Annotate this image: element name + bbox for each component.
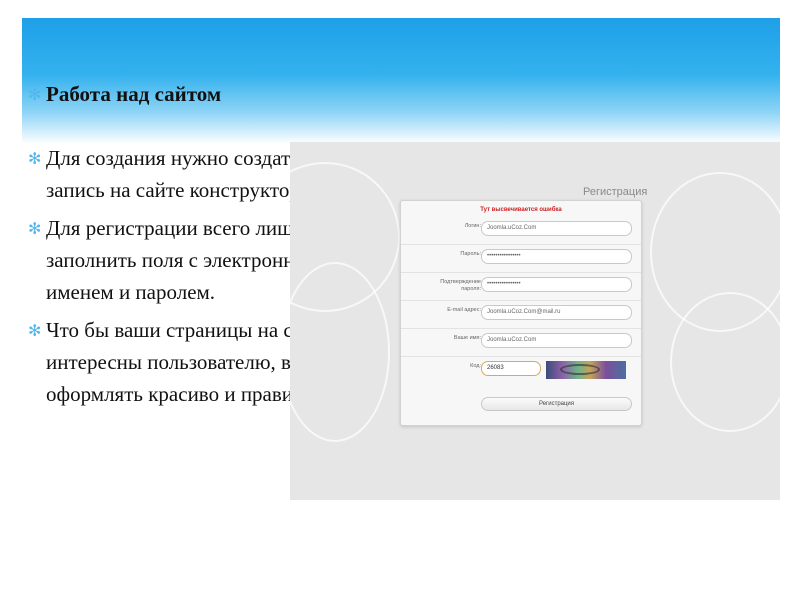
password-input[interactable]: •••••••••••••••• (481, 249, 632, 264)
decorative-swirl (670, 292, 780, 432)
form-row-password-confirm: Подтверждение пароля: •••••••••••••••• (401, 273, 641, 301)
register-button[interactable]: Регистрация (481, 397, 632, 411)
field-label: E-mail адрес: (447, 307, 481, 313)
bullet-star-icon: ✻ (28, 321, 42, 340)
form-row-login: Логин: Joomla.uCoz.Com (401, 217, 641, 245)
captcha-scribble (560, 364, 600, 375)
slide-title-text: Работа над сайтом (46, 82, 222, 106)
error-message: Тут высвечивается ошибка (480, 207, 562, 213)
registration-screenshot: Регистрация Тут высвечивается ошибка Лог… (290, 142, 780, 500)
form-row-password: Пароль: •••••••••••••••• (401, 245, 641, 273)
field-label: Подтверждение пароля: (440, 279, 481, 292)
form-row-name: Ваше имя: Joomla.uCoz.Com (401, 329, 641, 357)
form-row-email: E-mail адрес: Joomla.uCoz.Com@mail.ru (401, 301, 641, 329)
field-label: Логин: (464, 223, 481, 229)
registration-heading: Регистрация (583, 186, 648, 198)
field-label: Пароль: (460, 251, 481, 257)
bullet-star-icon: ✻ (28, 85, 42, 104)
field-label: Код: (470, 363, 481, 369)
captcha-code-input[interactable]: 26083 (481, 361, 541, 376)
name-input[interactable]: Joomla.uCoz.Com (481, 333, 632, 348)
password-confirm-input[interactable]: •••••••••••••••• (481, 277, 632, 292)
field-label: Ваше имя: (453, 335, 481, 341)
email-input[interactable]: Joomla.uCoz.Com@mail.ru (481, 305, 632, 320)
login-input[interactable]: Joomla.uCoz.Com (481, 221, 632, 236)
bullet-star-icon: ✻ (28, 219, 42, 238)
form-row-code: Код: 26083 (401, 357, 641, 385)
registration-form: Тут высвечивается ошибка Логин: Joomla.u… (400, 200, 642, 426)
captcha-image (546, 361, 626, 379)
bullet-star-icon: ✻ (28, 149, 42, 168)
slide-title: ✻ Работа над сайтом (22, 78, 422, 110)
